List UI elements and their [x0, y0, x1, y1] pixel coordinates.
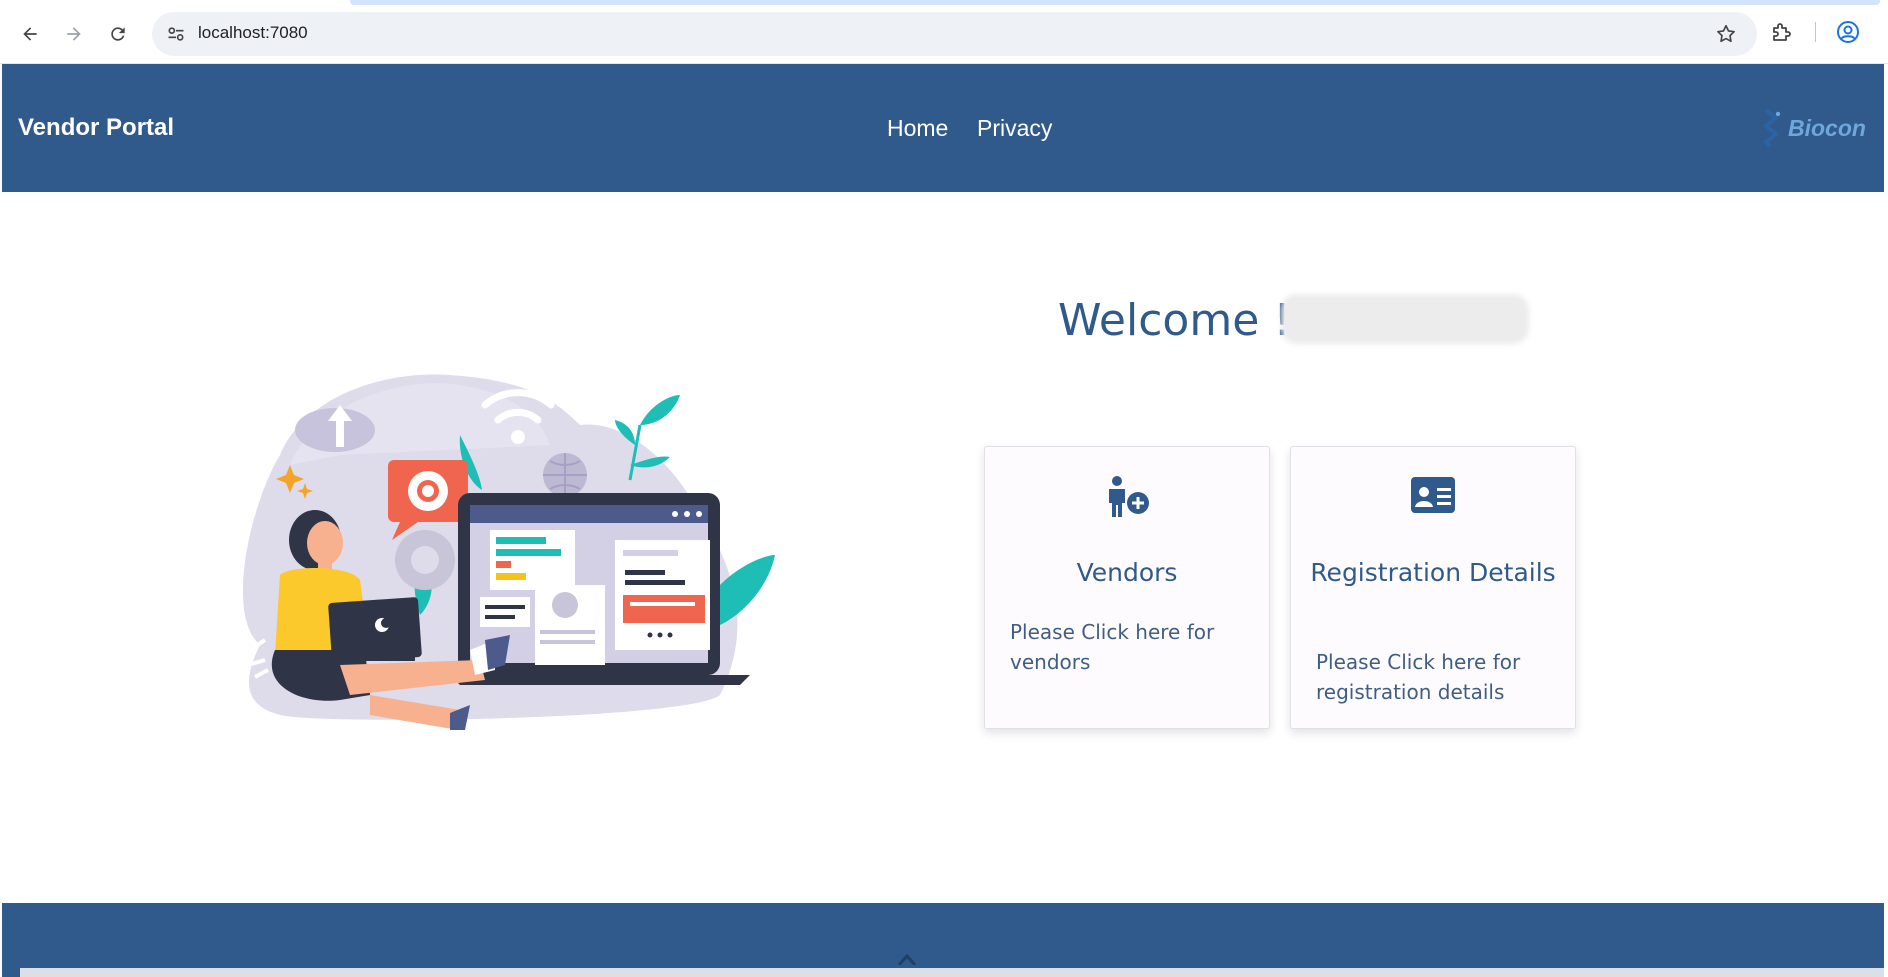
- toolbar-divider: [1815, 22, 1816, 42]
- active-tab-strip: [350, 0, 1880, 5]
- brand-title[interactable]: Vendor Portal: [18, 114, 174, 142]
- globe-icon: [543, 453, 587, 497]
- app-footer: [2, 903, 1884, 977]
- footer-bottom-bar: [20, 968, 1884, 977]
- extensions-icon[interactable]: [1770, 20, 1794, 44]
- url-text[interactable]: localhost:7080: [198, 23, 308, 43]
- vendors-card-title: Vendors: [1076, 558, 1178, 587]
- footer-caret-icon: [897, 953, 917, 965]
- app-header: Vendor Portal Home Privacy Biocon: [2, 64, 1884, 192]
- address-bar[interactable]: localhost:7080: [152, 12, 1757, 56]
- arrow-right-icon: [67, 27, 81, 41]
- forward-button[interactable]: [58, 18, 90, 50]
- biocon-logo-mark: [1764, 108, 1781, 148]
- site-settings-icon: [168, 27, 184, 41]
- vendors-card[interactable]: Vendors Please Click here for vendors: [984, 446, 1270, 729]
- id-card-icon: [1411, 477, 1455, 513]
- reload-icon: [111, 27, 125, 41]
- browser-toolbar: localhost:7080: [0, 0, 1888, 64]
- bookmark-star-icon[interactable]: [1715, 23, 1737, 45]
- reload-button[interactable]: [102, 18, 134, 50]
- logo-text: Biocon: [1788, 114, 1866, 141]
- hero-illustration: [242, 374, 775, 730]
- nav-home-link[interactable]: Home: [887, 115, 948, 142]
- add-person-icon: [1109, 476, 1149, 517]
- registration-card-description: Please Click here for registration detai…: [1316, 650, 1521, 704]
- profile-icon[interactable]: [1836, 20, 1860, 44]
- welcome-heading: Welcome !: [1058, 295, 1291, 346]
- biocon-logo: Biocon: [1758, 108, 1866, 148]
- nav-privacy-link[interactable]: Privacy: [977, 115, 1052, 142]
- registration-card-title: Registration Details: [1310, 558, 1556, 587]
- registration-details-card[interactable]: Registration Details Please Click here f…: [1290, 446, 1576, 729]
- vendors-card-description: Please Click here for vendors: [1010, 620, 1215, 674]
- back-button[interactable]: [14, 18, 46, 50]
- redacted-username: [1285, 298, 1525, 340]
- arrow-left-icon: [23, 27, 37, 41]
